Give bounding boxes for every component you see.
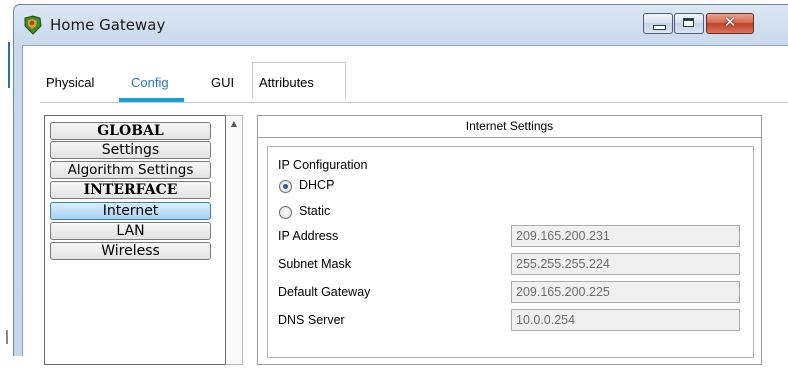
- static-radio[interactable]: [279, 206, 292, 219]
- subnet-mask-label: Subnet Mask: [278, 257, 351, 271]
- panel-title: Internet Settings: [258, 116, 761, 138]
- default-gateway-label: Default Gateway: [278, 285, 371, 299]
- app-window: Home Gateway ✕ Physical Config GUI Attri…: [13, 4, 788, 365]
- sidebar-item-wireless[interactable]: Wireless: [50, 242, 211, 260]
- maximize-icon: [683, 18, 694, 27]
- close-button[interactable]: ✕: [706, 13, 754, 34]
- tab-attributes[interactable]: Attributes: [259, 75, 314, 90]
- sidebar-item-global[interactable]: GLOBAL: [50, 122, 211, 140]
- window-content: Physical Config GUI Attributes GLOBAL Se…: [22, 45, 788, 365]
- desktop-edge-mark: [6, 330, 8, 344]
- window-title: Home Gateway: [50, 16, 166, 34]
- sidebar-item-lan[interactable]: LAN: [50, 222, 211, 240]
- tab-bar: Physical Config GUI Attributes: [23, 46, 788, 102]
- sidebar-item-settings[interactable]: Settings: [50, 141, 211, 159]
- dhcp-label[interactable]: DHCP: [299, 178, 334, 192]
- maximize-button[interactable]: [674, 13, 704, 34]
- dns-server-label: DNS Server: [278, 313, 345, 327]
- ip-configuration-label: IP Configuration: [278, 158, 368, 172]
- minimize-icon: [653, 25, 666, 30]
- ip-address-field[interactable]: 209.165.200.231: [511, 225, 740, 247]
- tab-gui[interactable]: GUI: [211, 75, 234, 90]
- static-label[interactable]: Static: [299, 204, 330, 218]
- scroll-up-arrow-icon[interactable]: ▲: [226, 116, 242, 132]
- desktop-edge-accent: [8, 42, 10, 88]
- subnet-mask-field[interactable]: 255.255.255.224: [511, 253, 740, 275]
- sidebar-item-algorithm-settings[interactable]: Algorithm Settings: [50, 161, 211, 179]
- dns-server-field[interactable]: 10.0.0.254: [511, 309, 740, 331]
- tab-config[interactable]: Config: [131, 75, 169, 90]
- internet-settings-panel: Internet Settings IP Configuration DHCP …: [257, 115, 762, 365]
- sidebar-scrollbar[interactable]: ▲: [226, 115, 243, 365]
- minimize-button[interactable]: [643, 13, 673, 34]
- close-icon: ✕: [723, 13, 737, 31]
- desktop-edge: [0, 0, 13, 354]
- tab-physical[interactable]: Physical: [46, 75, 94, 90]
- ip-address-label: IP Address: [278, 229, 339, 243]
- sidebar-item-interface[interactable]: INTERFACE: [50, 181, 211, 199]
- config-sidebar: GLOBAL Settings Algorithm Settings INTER…: [44, 115, 226, 365]
- title-bar[interactable]: Home Gateway ✕: [14, 5, 788, 45]
- dhcp-radio[interactable]: [279, 180, 292, 193]
- ip-configuration-group: IP Configuration DHCP Static IP Address …: [267, 146, 754, 358]
- default-gateway-field[interactable]: 209.165.200.225: [511, 281, 740, 303]
- sidebar-item-internet[interactable]: Internet: [50, 202, 211, 220]
- home-gateway-icon: [24, 15, 42, 35]
